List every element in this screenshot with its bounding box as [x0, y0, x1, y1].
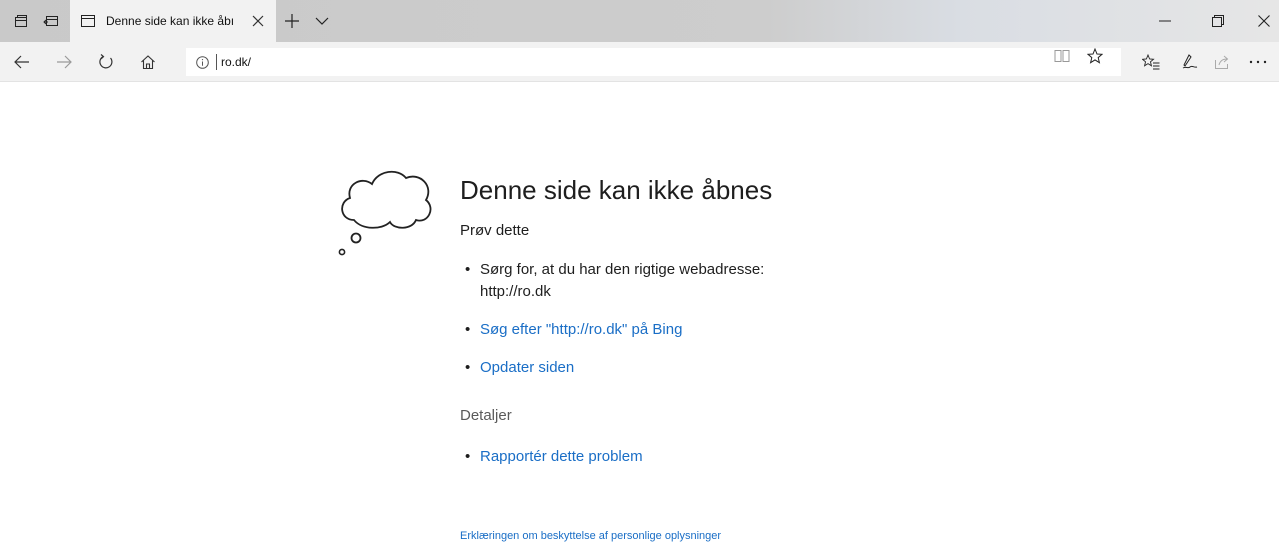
close-window-button[interactable] — [1249, 8, 1279, 34]
notes-button[interactable] — [1175, 48, 1203, 76]
more-icon — [1249, 60, 1267, 64]
restore-button[interactable] — [1203, 8, 1233, 34]
more-button[interactable] — [1244, 48, 1272, 76]
refresh-page-link[interactable]: Opdater siden — [480, 359, 574, 376]
report-item: Rapportér dette problem — [460, 446, 1060, 468]
restore-icon — [1212, 15, 1224, 27]
suggestion-url-text: http://ro.dk — [480, 283, 551, 300]
minimize-icon — [1159, 20, 1171, 22]
suggestion-check-url-text: Sørg for, at du har den rigtige webadres… — [480, 261, 765, 278]
pen-icon — [1182, 54, 1198, 69]
error-heading: Denne side kan ikke åbnes — [460, 175, 773, 205]
search-bing-link[interactable]: Søg efter "http://ro.dk" på Bing — [480, 321, 682, 338]
close-icon — [1258, 15, 1270, 27]
refresh-button[interactable] — [92, 48, 120, 76]
error-content: Denne side kan ikke åbnes Prøv dette Sør… — [460, 172, 1060, 468]
try-this-label: Prøv dette — [460, 222, 530, 239]
new-tab-button[interactable] — [279, 8, 305, 34]
suggestion-search: Søg efter "http://ro.dk" på Bing — [460, 319, 1060, 341]
share-button[interactable] — [1208, 48, 1236, 76]
back-button[interactable] — [8, 48, 36, 76]
favorite-star-icon[interactable] — [1084, 48, 1106, 64]
home-icon — [141, 55, 155, 70]
home-button[interactable] — [134, 48, 162, 76]
refresh-icon — [99, 54, 113, 69]
back-arrow-icon — [14, 55, 29, 69]
chevron-down-icon — [315, 17, 329, 25]
page-icon — [80, 13, 96, 29]
suggestion-refresh: Opdater siden — [460, 357, 1060, 379]
url-input[interactable] — [221, 55, 921, 69]
show-tabs-icon[interactable] — [38, 8, 64, 34]
privacy-statement-link[interactable]: Erklæringen om beskyttelse af personlige… — [460, 530, 721, 542]
tab-active[interactable]: Denne side kan ikke åbı — [70, 0, 276, 42]
navigation-toolbar — [0, 42, 1279, 82]
plus-icon — [285, 14, 299, 28]
close-tab-icon[interactable] — [248, 11, 268, 31]
forward-arrow-icon — [57, 55, 72, 69]
share-icon — [1215, 55, 1229, 69]
details-label[interactable]: Detaljer — [460, 407, 1060, 424]
thought-cloud-icon — [332, 164, 436, 264]
tab-menu-button[interactable] — [309, 8, 335, 34]
info-icon[interactable] — [194, 54, 210, 70]
minimize-button[interactable] — [1150, 8, 1180, 34]
suggestion-check-url: Sørg for, at du har den rigtige webadres… — [460, 259, 1060, 303]
report-problem-link[interactable]: Rapportér dette problem — [480, 448, 643, 465]
suggestion-list: Sørg for, at du har den rigtige webadres… — [460, 259, 1060, 379]
caret — [216, 54, 217, 70]
favorites-hub-button[interactable] — [1137, 48, 1165, 76]
set-aside-tabs-icon[interactable] — [8, 8, 34, 34]
reading-view-icon[interactable] — [1051, 48, 1073, 64]
tab-title: Denne side kan ikke åbı — [106, 14, 235, 28]
details-list: Rapportér dette problem — [460, 446, 1060, 468]
address-bar[interactable] — [186, 48, 1121, 76]
title-bar: Denne side kan ikke åbı — [0, 0, 1279, 42]
favorites-list-icon — [1142, 54, 1160, 70]
forward-button[interactable] — [50, 48, 78, 76]
